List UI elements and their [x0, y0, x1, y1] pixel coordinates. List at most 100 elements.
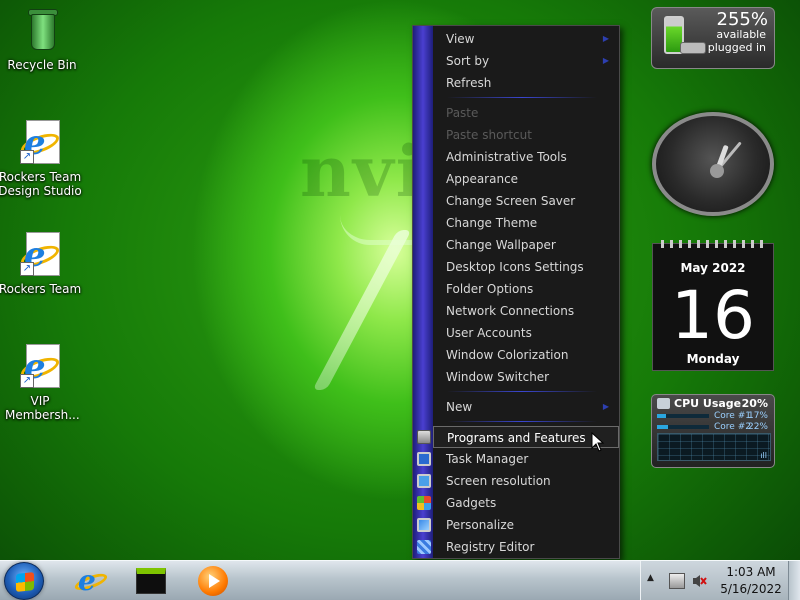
- menu-item-change-wallpaper[interactable]: Change Wallpaper: [433, 234, 619, 256]
- calendar-day: 16: [671, 277, 755, 354]
- programs-icon: [417, 430, 431, 444]
- menu-item-label: Window Colorization: [446, 348, 569, 362]
- network-icon[interactable]: [669, 573, 685, 589]
- menu-item-label: Desktop Icons Settings: [446, 260, 584, 274]
- clock-date[interactable]: 5/16/2022: [711, 582, 791, 596]
- menu-item-window-switcher[interactable]: Window Switcher: [433, 366, 619, 388]
- start-button[interactable]: [4, 562, 44, 600]
- taskbar-button-nvidia[interactable]: [122, 564, 178, 598]
- gadgets-icon: [417, 496, 431, 510]
- system-tray: ▲ 1:03 AM 5/16/2022: [640, 561, 800, 600]
- battery-gadget[interactable]: 255% available plugged in: [651, 7, 775, 69]
- menu-item-label: Registry Editor: [446, 540, 535, 554]
- menu-item-change-screen-saver[interactable]: Change Screen Saver: [433, 190, 619, 212]
- menu-item-label: New: [446, 400, 473, 414]
- submenu-arrow-icon: ▶: [602, 402, 609, 411]
- nvidia-icon: [136, 568, 166, 594]
- shortcut-arrow-icon: ↗: [20, 262, 34, 276]
- menu-item-label: Appearance: [446, 172, 519, 186]
- desktop-context-menu: View ▶ Sort by ▶ Refresh Paste Paste short…: [412, 25, 620, 559]
- menu-item-label: Window Switcher: [446, 370, 550, 384]
- clock-time[interactable]: 1:03 AM: [711, 565, 791, 579]
- battery-status-plugged: plugged in: [707, 41, 766, 54]
- calendar-gadget[interactable]: May 2022 16 Monday: [652, 240, 774, 371]
- menu-item-label: Screen resolution: [446, 474, 551, 488]
- desktop-icon-label: VIP Membersh...: [5, 394, 80, 422]
- registry-icon: [417, 540, 431, 554]
- show-desktop-button[interactable]: [788, 561, 800, 600]
- menu-item-refresh[interactable]: Refresh: [433, 72, 619, 94]
- cpu-history-graph: ıll: [657, 433, 771, 461]
- menu-item-sort-by[interactable]: Sort by ▶: [433, 50, 619, 72]
- menu-item-personalize[interactable]: Personalize: [433, 514, 619, 536]
- menu-item-registry-editor[interactable]: Registry Editor: [433, 536, 619, 558]
- internet-explorer-icon: e ↗: [16, 118, 64, 166]
- menu-item-network-connections[interactable]: Network Connections: [433, 300, 619, 322]
- menu-item-user-accounts[interactable]: User Accounts: [433, 322, 619, 344]
- desktop-icon-label: Rockers Team: [0, 282, 82, 296]
- desktop-icon-rockers-team[interactable]: e ↗ Rockers Team: [0, 230, 82, 296]
- cpu-core1-label: Core #1: [714, 411, 751, 421]
- menu-item-label: Programs and Features: [447, 431, 586, 445]
- taskbar-button-media-player[interactable]: [184, 564, 240, 598]
- menu-item-screen-resolution[interactable]: Screen resolution: [433, 470, 619, 492]
- clock-hub: [710, 164, 724, 178]
- menu-item-change-theme[interactable]: Change Theme: [433, 212, 619, 234]
- menu-separator: [447, 421, 597, 422]
- desktop-icon-label: Rockers Team Design Studio: [0, 170, 82, 198]
- menu-item-folder-options[interactable]: Folder Options: [433, 278, 619, 300]
- desktop-icon-recycle-bin[interactable]: Recycle Bin: [0, 6, 84, 72]
- menu-item-label: Change Wallpaper: [446, 238, 556, 252]
- menu-item-paste-shortcut: Paste shortcut: [433, 124, 619, 146]
- task-manager-icon: [417, 452, 431, 466]
- submenu-arrow-icon: ▶: [602, 34, 609, 43]
- cpu-core2-bar: [657, 425, 709, 429]
- menu-item-view[interactable]: View ▶: [433, 28, 619, 50]
- menu-item-label: Paste shortcut: [446, 128, 532, 142]
- menu-separator: [447, 391, 597, 392]
- menu-item-label: Folder Options: [446, 282, 534, 296]
- menu-item-label: Refresh: [446, 76, 492, 90]
- screen-resolution-icon: [417, 474, 431, 488]
- cpu-monitor-icon: [657, 398, 670, 409]
- menu-item-label: Change Theme: [446, 216, 538, 230]
- mouse-cursor-icon: [591, 432, 605, 452]
- volume-muted-icon[interactable]: [691, 573, 707, 589]
- desktop[interactable]: nvi Recycle Bin e ↗ Rockers Team Design …: [0, 0, 800, 560]
- menu-item-appearance[interactable]: Appearance: [433, 168, 619, 190]
- menu-item-administrative-tools[interactable]: Administrative Tools: [433, 146, 619, 168]
- plug-icon: [680, 42, 706, 54]
- personalize-icon: [417, 518, 431, 532]
- menu-item-label: Administrative Tools: [446, 150, 567, 164]
- cpu-core2-value: 22%: [747, 422, 768, 432]
- shortcut-arrow-icon: ↗: [20, 150, 34, 164]
- desktop-icon-rockers-team-design-studio[interactable]: e ↗ Rockers Team Design Studio: [0, 118, 82, 198]
- cpu-total: 20%: [741, 397, 768, 410]
- desktop-icon-vip-membership[interactable]: e ↗ VIP Membersh...: [0, 342, 82, 422]
- calendar-month: May 2022: [680, 261, 746, 275]
- wallpaper-seven: [312, 230, 412, 390]
- internet-explorer-icon: e ↗: [16, 230, 64, 278]
- menu-item-label: View: [446, 32, 475, 46]
- menu-item-label: Sort by: [446, 54, 490, 68]
- taskbar-button-internet-explorer[interactable]: e: [62, 564, 118, 598]
- taskbar: e ▲ 1:03 AM 5/16/2022: [0, 560, 800, 600]
- cpu-title: CPU Usage: [674, 397, 742, 410]
- calendar-weekday: Monday: [686, 352, 740, 366]
- battery-status-available: available: [716, 28, 766, 41]
- menu-item-paste: Paste: [433, 102, 619, 124]
- menu-item-label: Gadgets: [446, 496, 497, 510]
- menu-item-new[interactable]: New ▶: [433, 396, 619, 418]
- menu-item-label: Task Manager: [446, 452, 529, 466]
- menu-item-label: Paste: [446, 106, 479, 120]
- battery-percent: 255%: [716, 9, 768, 30]
- cpu-usage-gadget[interactable]: CPU Usage 20% Core #1 17% Core #2 22% ıl…: [651, 394, 775, 468]
- menu-item-label: Network Connections: [446, 304, 575, 318]
- menu-item-window-colorization[interactable]: Window Colorization: [433, 344, 619, 366]
- show-hidden-icons-button[interactable]: ▲: [647, 573, 654, 583]
- menu-item-gadgets[interactable]: Gadgets: [433, 492, 619, 514]
- menu-item-label: Personalize: [446, 518, 515, 532]
- clock-gadget[interactable]: [652, 112, 774, 216]
- menu-item-desktop-icons-settings[interactable]: Desktop Icons Settings: [433, 256, 619, 278]
- windows-flag-icon: [16, 572, 34, 592]
